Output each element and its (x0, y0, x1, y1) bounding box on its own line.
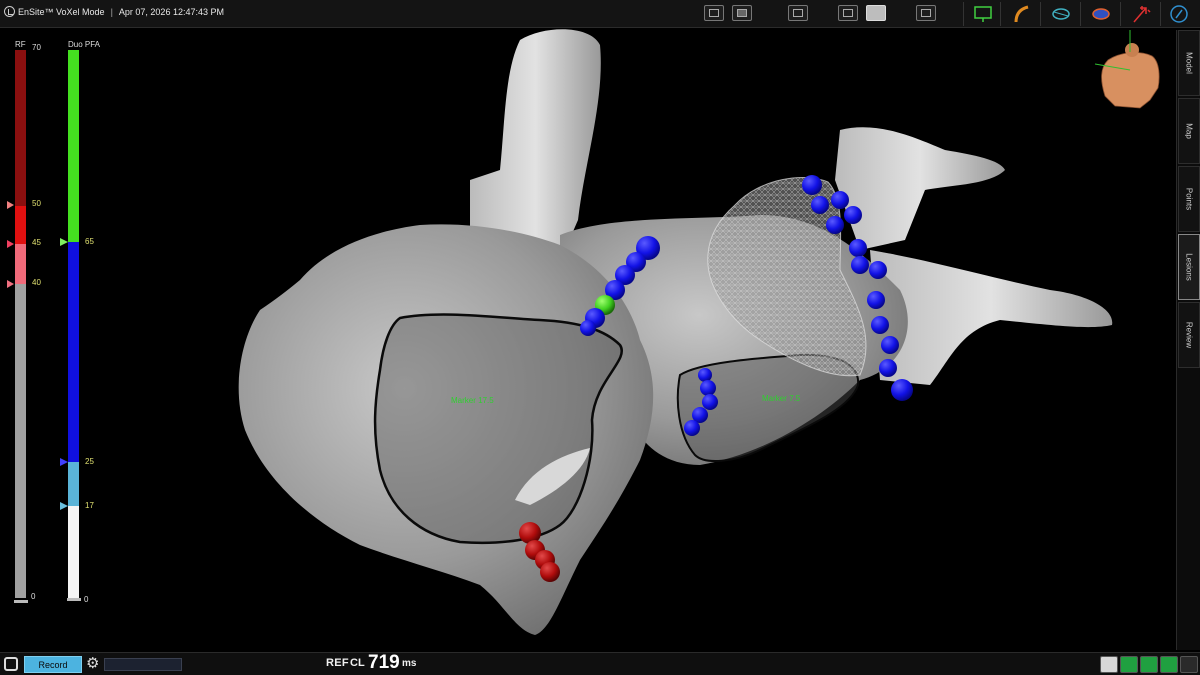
view-layout-1-button[interactable] (788, 5, 808, 21)
record-status-field (104, 658, 182, 671)
rf-tick-40: 40 (32, 278, 41, 287)
pfa-scale-label: Duo PFA (68, 40, 101, 49)
record-button[interactable]: Record (24, 656, 82, 673)
rf-scale-label: RF (15, 40, 26, 49)
datetime: Apr 07, 2026 12:47:43 PM (118, 6, 224, 17)
top-toolbar: EnSite™ VoXel Mode | Apr 07, 2026 12:47:… (0, 0, 1200, 28)
anatomy-3d-view[interactable] (0, 0, 1176, 652)
abbott-logo-icon (4, 657, 18, 671)
monitor-icon[interactable] (972, 4, 994, 24)
ensite-logo-icon (4, 6, 15, 17)
lesion-sphere[interactable] (867, 291, 885, 309)
pfa-tick-17: 17 (85, 501, 94, 510)
marker-label-left: Marker 17.5 (451, 396, 494, 405)
lesion-sphere[interactable] (851, 256, 869, 274)
lesion-sphere[interactable] (684, 420, 700, 436)
svc-vessel (470, 29, 601, 251)
pfa-tick-65: 65 (85, 237, 94, 246)
tab-model[interactable]: Model (1178, 30, 1200, 96)
cycle-length-unit: ms (402, 658, 417, 669)
lesion-sphere[interactable] (844, 206, 862, 224)
lesion-sphere[interactable] (811, 196, 829, 214)
ablation-spark-icon[interactable] (1130, 4, 1152, 24)
tab-review[interactable]: Review (1178, 302, 1200, 368)
cycle-length-value: 719 (368, 652, 400, 673)
title-separator: | (110, 6, 113, 17)
signal-icon[interactable] (1140, 656, 1158, 673)
pfa-bar-blue (68, 242, 79, 462)
tab-points[interactable]: Points (1178, 166, 1200, 232)
rf-min-label: 0 (31, 592, 36, 601)
message-icon[interactable] (1100, 656, 1118, 673)
view-layout-3-button[interactable] (866, 5, 886, 21)
right-side-tabs: Model Map Points Lesions Review (1176, 30, 1200, 650)
marker-label-right: Marker 7.5 (762, 394, 801, 403)
view-play-button[interactable] (732, 5, 752, 21)
lesion-sphere[interactable] (700, 380, 716, 396)
pfa-min-label: 0 (84, 595, 89, 604)
rf-bar-gray (15, 284, 26, 598)
lesion-sphere[interactable] (891, 379, 913, 401)
rf-marker-50[interactable] (7, 201, 14, 209)
lesion-sphere[interactable] (879, 359, 897, 377)
tab-lesions[interactable]: Lesions (1178, 234, 1200, 300)
lesion-sphere[interactable] (869, 261, 887, 279)
lesion-sphere[interactable] (802, 175, 822, 195)
lesion-sphere[interactable] (881, 336, 899, 354)
connection-icon[interactable] (1120, 656, 1138, 673)
view-snapshot-button[interactable] (916, 5, 936, 21)
pfa-bar-green (68, 50, 79, 242)
pfa-marker-17[interactable] (60, 502, 68, 510)
lesion-sphere[interactable] (871, 316, 889, 334)
lesion-sphere[interactable] (540, 562, 560, 582)
pulmonary-vein-upper (835, 127, 1005, 250)
lesion-sphere[interactable] (698, 368, 712, 382)
anatomy-model-icon[interactable] (1090, 4, 1112, 24)
app-brand: EnSite™ VoXel Mode | Apr 07, 2026 12:47:… (4, 6, 224, 17)
app-title: EnSite™ VoXel Mode (18, 6, 105, 17)
ref-label: REF (326, 657, 349, 669)
navigation-compass-icon[interactable] (1168, 4, 1190, 24)
pfa-bar-light-blue (68, 462, 79, 506)
cl-label: CL (350, 657, 365, 669)
rf-max-label: 70 (32, 43, 41, 52)
pfa-bar-white (68, 506, 79, 598)
catheter-icon[interactable] (1012, 4, 1034, 24)
tab-map[interactable]: Map (1178, 98, 1200, 164)
lesion-sphere[interactable] (826, 216, 844, 234)
view-layout-2-button[interactable] (838, 5, 858, 21)
gear-icon[interactable]: ⚙ (86, 655, 99, 673)
pfa-marker-25[interactable] (60, 458, 68, 466)
map-surface-icon[interactable] (1050, 4, 1072, 24)
lesion-sphere[interactable] (580, 320, 596, 336)
rf-bar-red (15, 206, 26, 244)
rf-bar-dark-red (15, 50, 26, 206)
pfa-marker-65[interactable] (60, 238, 68, 246)
rf-bar-pink (15, 244, 26, 284)
lesion-sphere[interactable] (702, 394, 718, 410)
rf-tick-45: 45 (32, 238, 41, 247)
power-icon[interactable] (1160, 656, 1178, 673)
view-search-button[interactable] (704, 5, 724, 21)
headset-icon[interactable] (1180, 656, 1198, 673)
rf-marker-40[interactable] (7, 280, 14, 288)
bottom-status-bar: Record ⚙ REF CL 719 ms (0, 652, 1200, 675)
rf-tick-50: 50 (32, 199, 41, 208)
orientation-torso-icon[interactable] (1094, 30, 1160, 109)
lesion-sphere[interactable] (831, 191, 849, 209)
pfa-tick-25: 25 (85, 457, 94, 466)
rf-marker-45[interactable] (7, 240, 14, 248)
lesion-sphere[interactable] (849, 239, 867, 257)
